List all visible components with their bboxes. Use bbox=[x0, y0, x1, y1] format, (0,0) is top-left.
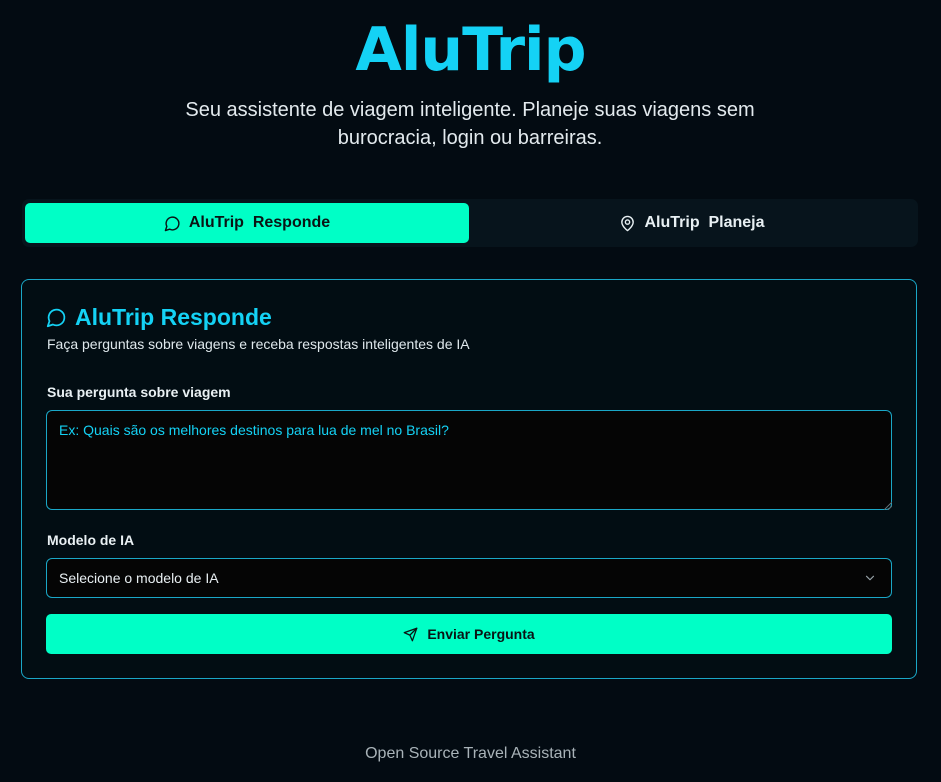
model-label: Modelo de IA bbox=[47, 532, 135, 548]
tab-planeja[interactable]: AluTrip Planeja bbox=[470, 203, 914, 243]
send-icon bbox=[403, 627, 418, 641]
tab-responde-label: AluTrip Responde bbox=[188, 214, 331, 231]
model-select-value: Selecione o modelo de IA bbox=[59, 570, 219, 586]
message-circle-icon bbox=[46, 308, 66, 328]
tab-planeja-label: AluTrip Planeja bbox=[644, 214, 765, 231]
tab-bar: AluTrip Responde AluTrip Planeja bbox=[22, 199, 918, 247]
responde-card: AluTrip Responde Faça perguntas sobre vi… bbox=[21, 279, 917, 679]
app-subtitle: Seu assistente de viagem inteligente. Pl… bbox=[185, 99, 755, 149]
model-select[interactable]: Selecione o modelo de IA bbox=[46, 558, 892, 598]
submit-question-button[interactable]: Enviar Pergunta bbox=[46, 614, 892, 654]
question-input[interactable] bbox=[46, 410, 892, 510]
resize-handle[interactable] bbox=[884, 502, 892, 510]
submit-label: Enviar Pergunta bbox=[427, 626, 535, 642]
card-title: AluTrip Responde bbox=[75, 304, 272, 330]
footer-text: Open Source Travel Assistant bbox=[365, 745, 576, 762]
tab-responde[interactable]: AluTrip Responde bbox=[25, 203, 469, 243]
app-title: AluTrip bbox=[355, 15, 586, 85]
map-pin-icon bbox=[621, 215, 635, 231]
question-label: Sua pergunta sobre viagem bbox=[47, 384, 231, 400]
card-description: Faça perguntas sobre viagens e receba re… bbox=[47, 336, 470, 352]
chevron-down-icon bbox=[865, 575, 875, 581]
message-circle-icon bbox=[164, 215, 180, 231]
card-header: AluTrip Responde bbox=[46, 304, 272, 331]
